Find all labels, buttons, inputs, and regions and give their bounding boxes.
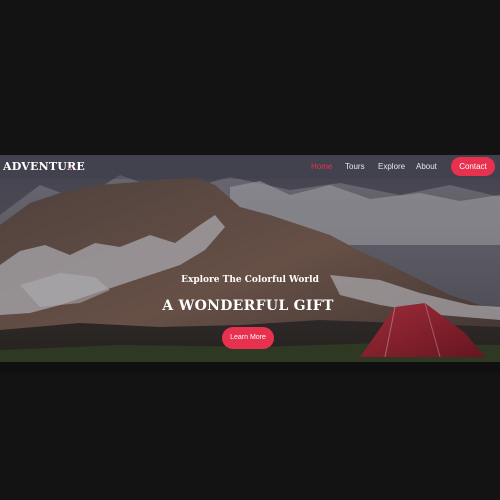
hero-banner: ADVENTURE . Home Tours Explore About Con… — [0, 155, 500, 373]
contact-button[interactable]: Contact — [451, 157, 495, 176]
learn-more-button[interactable]: Learn More — [222, 327, 274, 349]
hero-headline: A WONDERFUL GIFT — [162, 298, 334, 314]
nav-link-home[interactable]: Home — [311, 162, 332, 171]
top-navbar: ADVENTURE . Home Tours Explore About Con… — [0, 155, 500, 179]
page: ADVENTURE . Home Tours Explore About Con… — [0, 0, 500, 500]
nav-link-explore[interactable]: Explore — [378, 162, 405, 171]
nav-link-tours[interactable]: Tours — [345, 162, 365, 171]
hero-subtitle: Explore The Colorful World — [181, 275, 319, 285]
nav-link-about[interactable]: About — [416, 162, 437, 171]
brand-logo-dot: . — [68, 160, 72, 173]
brand-logo[interactable]: ADVENTURE — [3, 160, 85, 173]
